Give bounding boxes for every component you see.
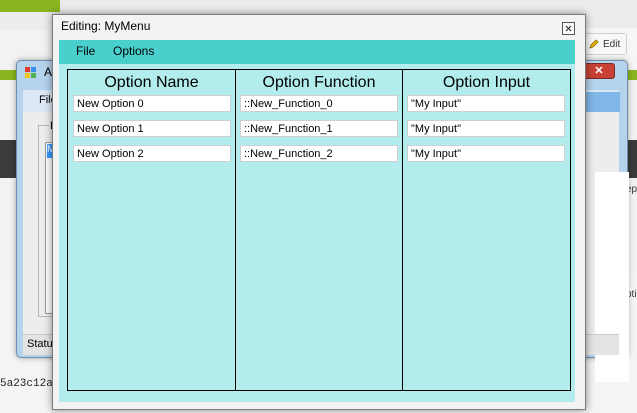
- app-icon: [25, 67, 36, 78]
- column-header-option-function: Option Function: [262, 74, 376, 91]
- editing-dialog: Editing: MyMenu File Options Option Name…: [52, 14, 586, 410]
- option-function-field[interactable]: ::New_Function_1: [240, 120, 398, 137]
- dialog-menubar: File Options: [59, 40, 575, 64]
- column-option-input: Option Input "My Input" "My Input" "My I…: [403, 70, 570, 390]
- column-header-option-input: Option Input: [442, 74, 531, 91]
- option-input-field[interactable]: "My Input": [407, 95, 565, 112]
- menu-file[interactable]: File: [76, 44, 95, 58]
- back-window-strip: [580, 92, 620, 112]
- option-input-field[interactable]: "My Input": [407, 145, 565, 162]
- options-panel: Option Name New Option 0 New Option 1 Ne…: [59, 64, 575, 402]
- option-name-field[interactable]: New Option 0: [73, 95, 231, 112]
- options-grid: Option Name New Option 0 New Option 1 Ne…: [67, 69, 571, 391]
- column-header-option-name: Option Name: [104, 74, 199, 91]
- option-input-field[interactable]: "My Input": [407, 120, 565, 137]
- option-function-field[interactable]: ::New_Function_2: [240, 145, 398, 162]
- option-name-field[interactable]: New Option 1: [73, 120, 231, 137]
- back-window-title: A: [44, 65, 53, 79]
- pencil-icon: [589, 39, 599, 49]
- column-option-function: Option Function ::New_Function_0 ::New_F…: [236, 70, 403, 390]
- column-option-name: Option Name New Option 0 New Option 1 Ne…: [68, 70, 236, 390]
- back-window-close-button[interactable]: ✕: [583, 63, 615, 79]
- dialog-close-button[interactable]: [562, 22, 575, 35]
- close-icon: ✕: [594, 65, 604, 77]
- edit-button[interactable]: Edit: [583, 33, 628, 55]
- site-header-strip: [0, 0, 60, 12]
- menu-options[interactable]: Options: [113, 44, 154, 58]
- option-function-field[interactable]: ::New_Function_0: [240, 95, 398, 112]
- close-icon: [565, 25, 572, 32]
- option-name-field[interactable]: New Option 2: [73, 145, 231, 162]
- code-fragment: 5a23c12a: [0, 378, 53, 390]
- edit-button-label: Edit: [603, 38, 621, 50]
- dialog-title: Editing: MyMenu: [61, 19, 151, 33]
